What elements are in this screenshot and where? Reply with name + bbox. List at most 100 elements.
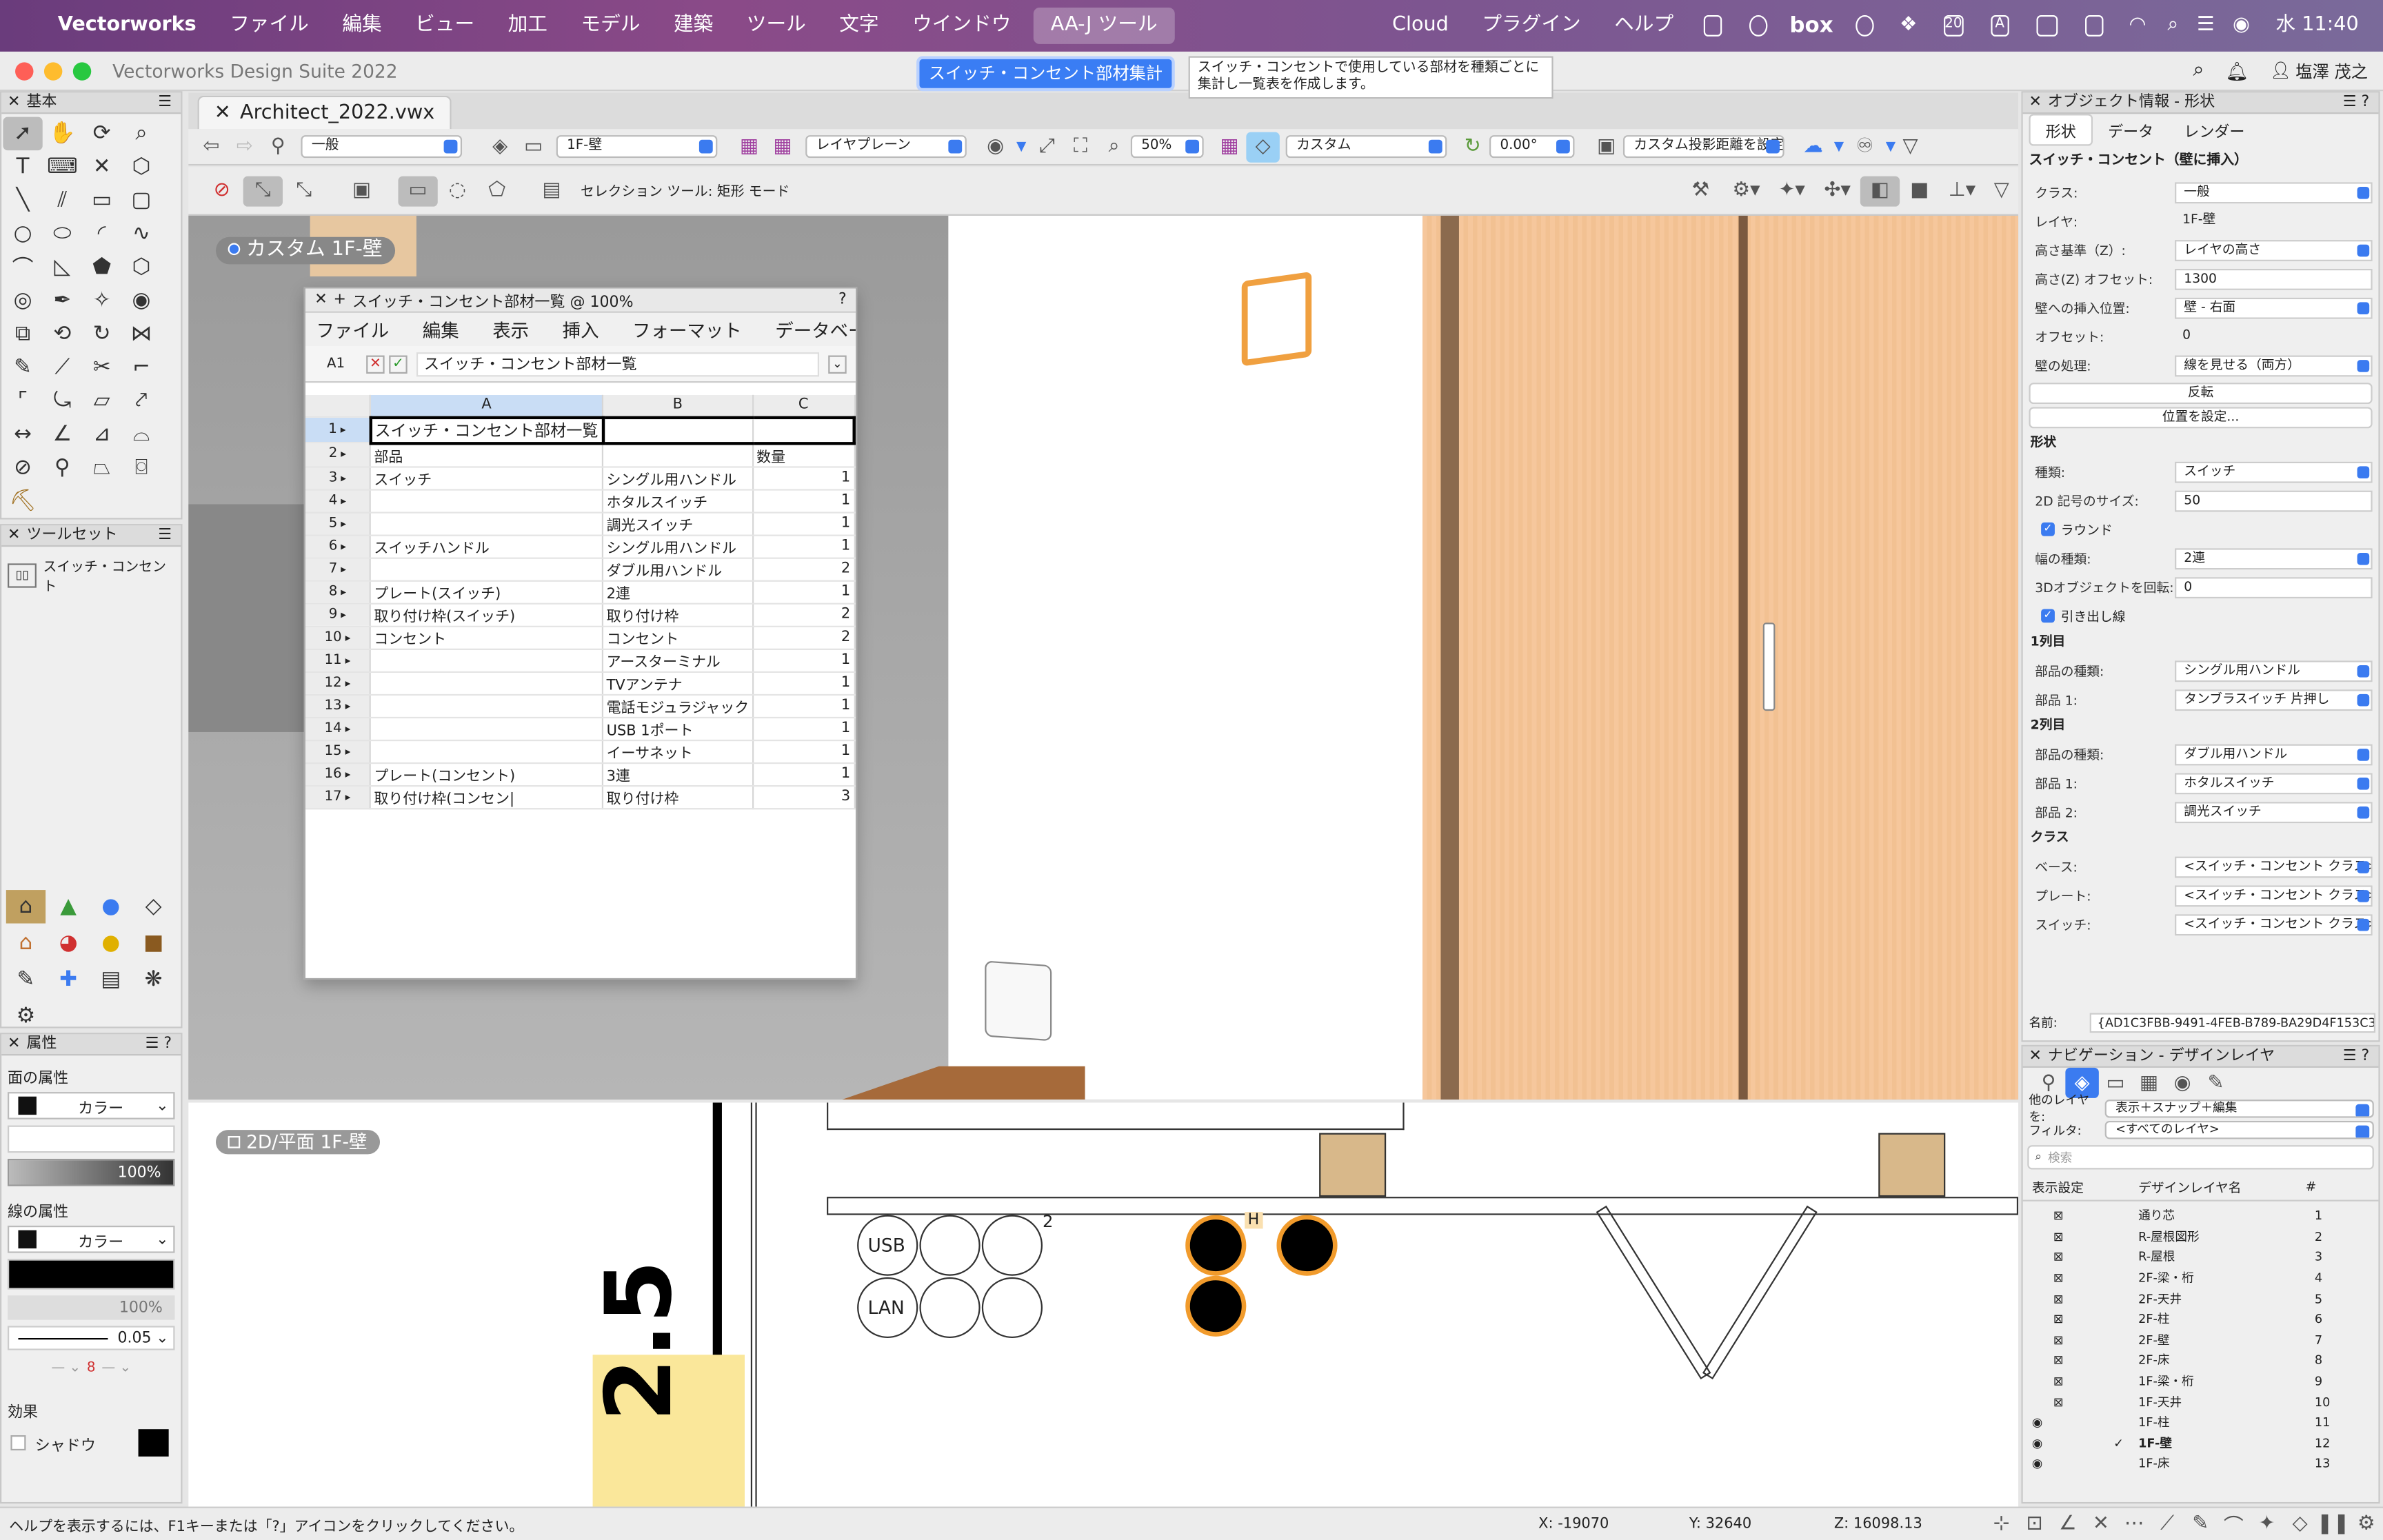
settings-icon[interactable]: ▤ xyxy=(532,175,571,205)
fill-type-select[interactable]: カラー ⌄ xyxy=(8,1092,175,1119)
tab-shape[interactable]: 形状 xyxy=(2029,113,2093,145)
reshape-icon[interactable]: ⬟ xyxy=(82,251,121,284)
row-expand-icon[interactable]: ▸ xyxy=(337,472,346,484)
menu-tools[interactable]: ツール xyxy=(730,0,823,52)
line-type-select[interactable]: カラー ⌄ xyxy=(8,1225,175,1253)
cell-a[interactable]: コンセント xyxy=(370,625,604,649)
marker-row[interactable]: — ⌄ 8 — ⌄ xyxy=(8,1356,174,1380)
field-select[interactable]: 調光スイッチ xyxy=(2175,801,2373,823)
working-plane-icon[interactable]: ■ xyxy=(1900,175,1939,205)
visibility-icon[interactable]: ◉ xyxy=(121,284,161,317)
cell-c[interactable]: 2 xyxy=(752,625,855,649)
rect-marquee-icon[interactable]: ▭ xyxy=(398,175,438,206)
door-handle[interactable] xyxy=(1762,622,1776,711)
siri-icon[interactable]: ◉ xyxy=(2224,0,2259,52)
cell-a[interactable] xyxy=(370,693,604,718)
switch-symbol-selected[interactable] xyxy=(1185,1215,1247,1276)
scissors-icon[interactable]: ✂ xyxy=(82,351,121,384)
fit-objects-icon[interactable]: ⛶ xyxy=(1064,132,1097,162)
expand-icon[interactable]: + xyxy=(334,292,346,308)
zoom-icon[interactable]: ⌕ xyxy=(121,117,161,150)
callout-icon[interactable]: ⌨ xyxy=(43,150,82,183)
hidden-icon[interactable]: ⊠ xyxy=(2023,1230,2099,1244)
close-icon[interactable]: ✕ xyxy=(2029,92,2041,113)
forward-icon[interactable]: ⇨ xyxy=(228,132,261,162)
wall-tool-icon[interactable]: ⌂ xyxy=(6,890,46,924)
cell-b[interactable] xyxy=(603,443,754,467)
view-select[interactable]: カスタム xyxy=(1285,135,1447,159)
menu-model[interactable]: モデル xyxy=(564,0,656,52)
cell-a[interactable]: 取り付け枠(スイッチ) xyxy=(370,602,604,627)
close-icon[interactable]: ✕ xyxy=(214,102,231,125)
split-icon[interactable]: ⤤ xyxy=(121,384,161,417)
menu-plugins[interactable]: プラグイン xyxy=(1465,0,1598,52)
cylinder-icon[interactable]: ⌼ xyxy=(121,451,161,484)
mesh-tool-icon[interactable]: ❋ xyxy=(134,963,173,996)
no-icon[interactable]: ⊘ xyxy=(3,451,42,484)
other-layers-select[interactable]: 表示＋スナップ＋編集 xyxy=(2104,1100,2374,1118)
gear-icon[interactable]: ⚙ xyxy=(6,1000,46,1033)
layer-row[interactable]: ⊠ 1F-梁・桁 9 xyxy=(2023,1371,2379,1392)
hidden-icon[interactable]: ⊠ xyxy=(2023,1375,2099,1388)
layer-search[interactable]: ⌕ 検索 xyxy=(2027,1145,2374,1170)
x-icon[interactable]: ✕ xyxy=(82,150,121,183)
snap-distance-icon[interactable]: ⋯ xyxy=(2118,1509,2151,1539)
menu-cloud[interactable]: Cloud xyxy=(1376,0,1465,52)
menu-icon[interactable]: ☰ ? xyxy=(2343,92,2369,113)
toolset-current[interactable]: ▯▯ スイッチ・コンセント xyxy=(1,547,181,605)
cell-c[interactable]: 1 xyxy=(752,716,855,741)
viewport-3d-label[interactable]: カスタム 1F-壁 xyxy=(215,236,395,265)
zoom-select[interactable]: 50% xyxy=(1130,135,1204,159)
row-header[interactable]: 7 ▸ xyxy=(305,557,371,581)
layer-row[interactable]: ⊠ 2F-梁・桁 4 xyxy=(2023,1268,2379,1288)
cell-a[interactable] xyxy=(370,489,604,513)
snap-object-icon[interactable]: ⊡ xyxy=(2018,1509,2051,1539)
rotate-plan-icon[interactable]: ↻ xyxy=(1456,132,1489,162)
layers-icon[interactable]: ◈ xyxy=(483,132,516,162)
more-icon[interactable]: ▽ xyxy=(1985,175,2018,205)
arrow-icon[interactable]: ➚ xyxy=(3,116,43,151)
gear-icon[interactable]: ⚙▾ xyxy=(1723,175,1769,205)
cell-c[interactable]: 1 xyxy=(752,489,855,513)
col-number[interactable]: # xyxy=(2306,1179,2317,1195)
cell-c[interactable]: 1 xyxy=(752,693,855,718)
field-select[interactable]: シングル用ハンドル xyxy=(2175,660,2373,682)
light-tool-icon[interactable]: ● xyxy=(91,926,130,960)
mirror-icon[interactable]: ⧉ xyxy=(3,317,42,350)
cell-c[interactable]: 1 xyxy=(752,648,855,672)
pause-icon[interactable]: ❚❚ xyxy=(2317,1509,2350,1539)
document-tab[interactable]: ✕ Architect_2022.vwx xyxy=(197,95,452,130)
angle-icon[interactable]: ⊿ xyxy=(82,418,121,451)
multi-reshape-icon[interactable]: ⤡ xyxy=(283,175,325,205)
layer-select[interactable]: 1F-壁 xyxy=(556,135,718,159)
dimmer-symbol-selected[interactable] xyxy=(1185,1275,1247,1337)
row-expand-icon[interactable]: ▸ xyxy=(337,563,346,575)
row-expand-icon[interactable]: ▸ xyxy=(342,700,351,712)
render-tool-icon[interactable]: ◕ xyxy=(49,926,88,960)
polygon-lasso-icon[interactable]: ⬠ xyxy=(477,175,516,205)
eye-icon[interactable]: ◉ xyxy=(2023,1437,2099,1450)
projection-select[interactable]: カスタム投影距離を設定... xyxy=(1622,135,1784,159)
dimension-icon[interactable]: ↔ xyxy=(3,418,42,451)
close-icon[interactable]: ✕ xyxy=(8,92,20,113)
row-header[interactable]: 1 ▸ xyxy=(305,416,371,444)
tv-symbol[interactable] xyxy=(981,1277,1043,1339)
menu-help[interactable]: ヘルプ xyxy=(1598,0,1690,52)
nav-symbols-icon[interactable]: ✎ xyxy=(2199,1068,2232,1098)
round-checkbox[interactable]: ✓ xyxy=(2041,522,2055,536)
snap-objects-icon[interactable]: ✣▾ xyxy=(1815,175,1860,205)
chevron-down-icon[interactable]: ⌄ xyxy=(828,354,847,373)
rotate-icon[interactable]: ⟲ xyxy=(43,317,82,350)
field-select[interactable]: 2連 xyxy=(2175,547,2373,569)
row-expand-icon[interactable]: ▸ xyxy=(342,768,351,780)
rectangle-mode-icon[interactable]: ⤡ xyxy=(243,175,283,206)
snap-tangent-icon[interactable]: ✎ xyxy=(2184,1509,2217,1539)
snap-grid-icon[interactable]: ⊹ xyxy=(1985,1509,2018,1539)
menu-icon[interactable]: ☰ xyxy=(158,525,172,546)
hidden-icon[interactable]: ⊠ xyxy=(2023,1250,2099,1264)
close-icon[interactable]: ✕ xyxy=(2029,1046,2041,1067)
row-header[interactable]: 2 ▸ xyxy=(305,443,371,467)
row-expand-icon[interactable]: ▸ xyxy=(342,745,351,758)
saved-views-icon[interactable]: ⚲ xyxy=(261,132,294,162)
field-select[interactable]: <スイッチ・コンセント クラス> xyxy=(2175,913,2373,935)
